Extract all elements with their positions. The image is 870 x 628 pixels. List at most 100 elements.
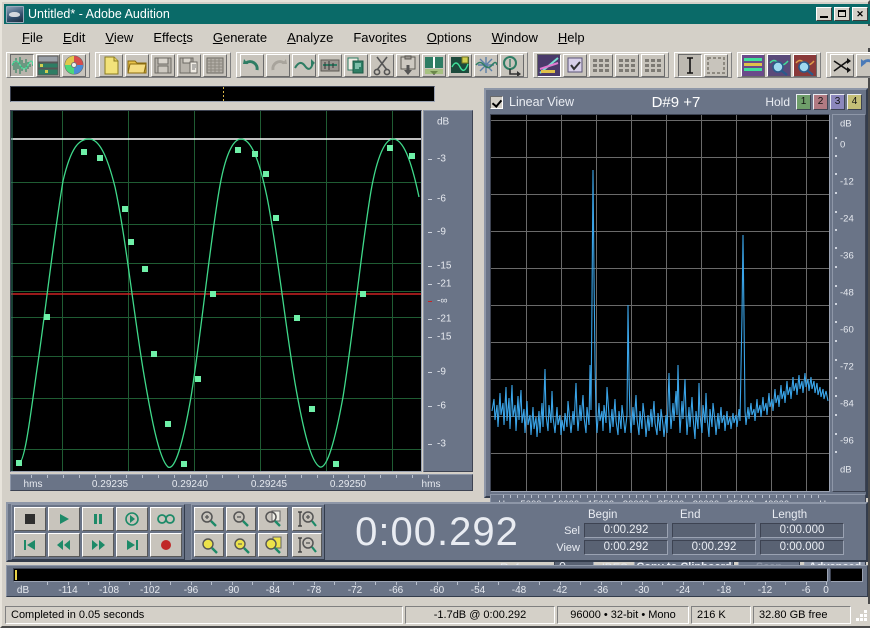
frequency-analysis-icon[interactable] xyxy=(537,53,561,77)
menu-favorites[interactable]: Favorites xyxy=(343,28,416,47)
reverse-icon[interactable] xyxy=(856,53,870,77)
hold-button-4[interactable]: 4 xyxy=(847,94,862,110)
play-icon[interactable] xyxy=(48,507,80,531)
zoom-out-horizontal-icon[interactable] xyxy=(226,507,256,531)
spectrum-plot xyxy=(491,115,829,491)
track-list-icon[interactable] xyxy=(741,53,765,77)
trim-icon[interactable] xyxy=(422,53,446,77)
redo-icon[interactable] xyxy=(266,53,290,77)
cut-icon[interactable] xyxy=(370,53,394,77)
save-as-icon[interactable] xyxy=(177,53,201,77)
time-select-tool-icon[interactable] xyxy=(678,53,702,77)
selview-view-label: View xyxy=(556,541,580,554)
menu-options[interactable]: Options xyxy=(417,28,482,47)
menu-effects[interactable]: Effects xyxy=(143,28,203,47)
level-meter-clip-indicator[interactable] xyxy=(830,568,863,582)
zoom-in-panel-icon[interactable] xyxy=(767,53,791,77)
audition-app-icon xyxy=(6,5,24,23)
time-display[interactable]: 0:00.292 xyxy=(328,510,546,555)
paste-icon[interactable] xyxy=(396,53,420,77)
record-icon[interactable] xyxy=(150,533,182,557)
go-to-beginning-icon[interactable] xyxy=(14,533,46,557)
status-message: Completed in 0.05 seconds xyxy=(5,606,403,624)
fast-forward-icon[interactable] xyxy=(82,533,114,557)
new-file-icon[interactable] xyxy=(99,53,123,77)
menu-bar: File Edit View Effects Generate Analyze … xyxy=(4,26,870,48)
undo-icon[interactable] xyxy=(240,53,264,77)
pan-view-icon[interactable] xyxy=(641,53,665,77)
menu-file[interactable]: File xyxy=(12,28,53,47)
scramble-icon[interactable] xyxy=(830,53,854,77)
menu-help[interactable]: Help xyxy=(548,28,595,47)
waveform-view-icon[interactable] xyxy=(10,53,34,77)
open-file-icon[interactable] xyxy=(125,53,149,77)
linear-view-checkbox[interactable] xyxy=(490,95,503,109)
level-meter[interactable]: dB -114 -108 -102 -96 -90 -84 -78 -72 -6… xyxy=(6,565,868,597)
menu-edit[interactable]: Edit xyxy=(53,28,95,47)
zoom-full-icon[interactable] xyxy=(258,533,288,557)
selview-header-end: End xyxy=(680,509,701,521)
noise-reduction-icon[interactable] xyxy=(474,53,498,77)
window-title: Untitled* - Adobe Audition xyxy=(28,7,170,21)
hold-label: Hold xyxy=(765,95,790,109)
phase-analysis-icon[interactable] xyxy=(563,53,587,77)
pause-icon[interactable] xyxy=(82,507,114,531)
hold-button-3[interactable]: 3 xyxy=(830,94,845,110)
view-length-field[interactable]: 0:00.000 xyxy=(760,540,844,555)
waveform-display[interactable] xyxy=(10,110,422,472)
repeat-last-icon[interactable] xyxy=(292,53,316,77)
minimize-button[interactable] xyxy=(816,7,832,21)
sel-begin-field[interactable]: 0:00.292 xyxy=(584,523,668,538)
sel-length-field[interactable]: 0:00.000 xyxy=(760,523,844,538)
view-end-field[interactable]: 0:00.292 xyxy=(672,540,756,555)
zoom-out-vertical-icon[interactable] xyxy=(292,533,322,557)
frequency-analysis-panel: Linear View D#9 +7 Hold 1 2 3 4 dB 0 -12… xyxy=(484,88,868,576)
toolbar-group-fx xyxy=(826,52,870,78)
level-meter-bar[interactable] xyxy=(13,568,828,582)
zoom-out-panel-icon[interactable] xyxy=(793,53,817,77)
zoom-to-selection-icon[interactable] xyxy=(258,507,288,531)
cd-view-icon[interactable] xyxy=(62,53,86,77)
resize-grip-icon[interactable] xyxy=(854,608,868,622)
rewind-icon[interactable] xyxy=(48,533,80,557)
save-file-icon[interactable] xyxy=(151,53,175,77)
spectrum-display[interactable] xyxy=(490,114,830,492)
selview-sel-label: Sel xyxy=(564,524,580,537)
copy-icon[interactable] xyxy=(344,53,368,77)
toolbar xyxy=(6,50,870,80)
loop-icon[interactable] xyxy=(150,507,182,531)
waveform-time-ruler[interactable]: hms 0.29235 0.29240 0.29245 0.29250 hms xyxy=(10,474,473,491)
close-button[interactable]: ✕ xyxy=(852,7,868,21)
stop-icon[interactable] xyxy=(14,507,46,531)
menu-window[interactable]: Window xyxy=(482,28,548,47)
sel-end-field[interactable] xyxy=(672,523,756,538)
menu-view[interactable]: View xyxy=(95,28,143,47)
spectrum-db-ruler: dB 0 -12 -24 -36 -48 -60 -72 -84 -96 dB xyxy=(832,114,866,492)
menu-generate[interactable]: Generate xyxy=(203,28,277,47)
status-size: 216 K xyxy=(691,606,751,624)
spectrum-db-axis-title-top: dB xyxy=(840,118,852,130)
waveform-overview-strip[interactable] xyxy=(10,86,435,102)
hold-button-2[interactable]: 2 xyxy=(813,94,828,110)
mix-paste-icon[interactable] xyxy=(318,53,342,77)
maximize-button[interactable] xyxy=(834,7,850,21)
marquee-select-tool-icon[interactable] xyxy=(704,53,728,77)
zoom-out-full-right-icon[interactable] xyxy=(226,533,256,557)
close-file-icon[interactable] xyxy=(203,53,227,77)
view-begin-field[interactable]: 0:00.292 xyxy=(584,540,668,555)
selview-header-length: Length xyxy=(772,509,808,521)
multitrack-view-icon[interactable] xyxy=(36,53,60,77)
menu-analyze[interactable]: Analyze xyxy=(277,28,343,47)
zoom-in-vertical-icon[interactable] xyxy=(292,507,322,531)
zoom-in-horizontal-icon[interactable] xyxy=(194,507,224,531)
transport-bar: 0:00.292 Begin End Length Sel 0:00.292 0… xyxy=(6,502,868,562)
spectral-view-icon[interactable] xyxy=(615,53,639,77)
convert-sample-icon[interactable] xyxy=(500,53,524,77)
delete-selection-icon[interactable] xyxy=(448,53,472,77)
zoom-out-full-left-icon[interactable] xyxy=(194,533,224,557)
status-free-space: 32.80 GB free xyxy=(753,606,851,624)
go-to-end-icon[interactable] xyxy=(116,533,148,557)
amplitude-stats-icon[interactable] xyxy=(589,53,613,77)
play-to-end-icon[interactable] xyxy=(116,507,148,531)
hold-button-1[interactable]: 1 xyxy=(796,94,811,110)
